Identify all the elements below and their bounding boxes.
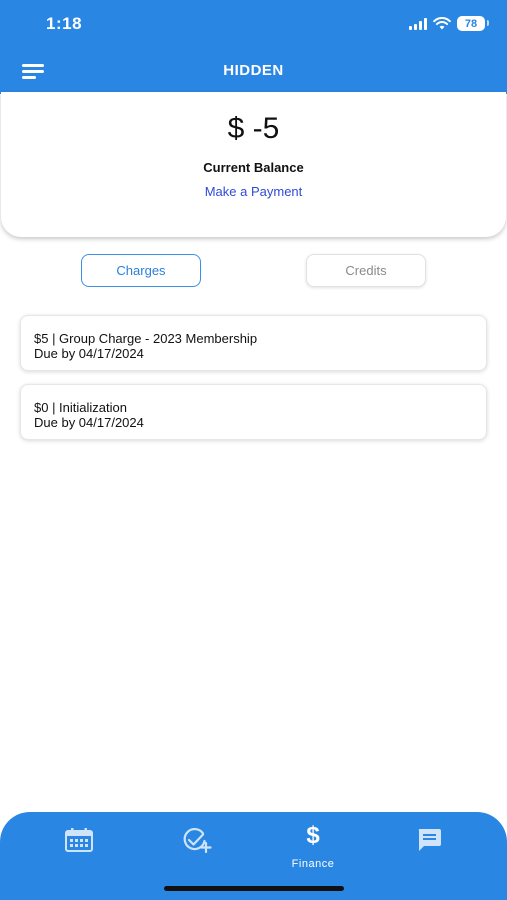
charge-due-date: Due by 04/17/2024	[34, 415, 144, 430]
page-title: HIDDEN	[223, 62, 284, 79]
balance-label: Current Balance	[203, 160, 304, 175]
charge-item[interactable]: $5 | Group Charge - 2023 Membership Due …	[20, 315, 487, 371]
nav-label-finance: Finance	[291, 858, 335, 870]
tab-credits[interactable]: Credits	[306, 254, 426, 287]
charge-due-date: Due by 04/17/2024	[34, 346, 144, 361]
nav-finance[interactable]: $ Finance	[283, 822, 343, 876]
chat-icon	[418, 829, 441, 851]
tab-charges[interactable]: Charges	[81, 254, 201, 287]
dollar-icon: $	[306, 822, 320, 849]
make-payment-link[interactable]: Make a Payment	[1, 184, 506, 199]
nav-messages[interactable]	[399, 826, 459, 876]
nav-check-add[interactable]	[167, 826, 227, 876]
battery-icon: 78	[457, 16, 489, 31]
wifi-icon	[433, 17, 451, 30]
balance-amount: $ -5	[227, 112, 280, 145]
cellular-signal-icon	[409, 17, 427, 30]
home-indicator	[164, 886, 344, 891]
balance-card: $ -5 Current Balance Make a Payment	[1, 92, 506, 237]
charge-item[interactable]: $0 | Initialization Due by 04/17/2024	[20, 384, 487, 440]
status-icons: 78	[409, 16, 489, 31]
charge-title: $5 | Group Charge - 2023 Membership	[34, 331, 258, 346]
status-time: 1:18	[46, 14, 83, 33]
check-add-icon	[183, 828, 212, 854]
app-header: 1:18 78 HIDDEN	[0, 0, 507, 94]
calendar-icon	[65, 828, 93, 852]
nav-calendar[interactable]	[49, 826, 109, 876]
charge-title: $0 | Initialization	[34, 400, 127, 415]
